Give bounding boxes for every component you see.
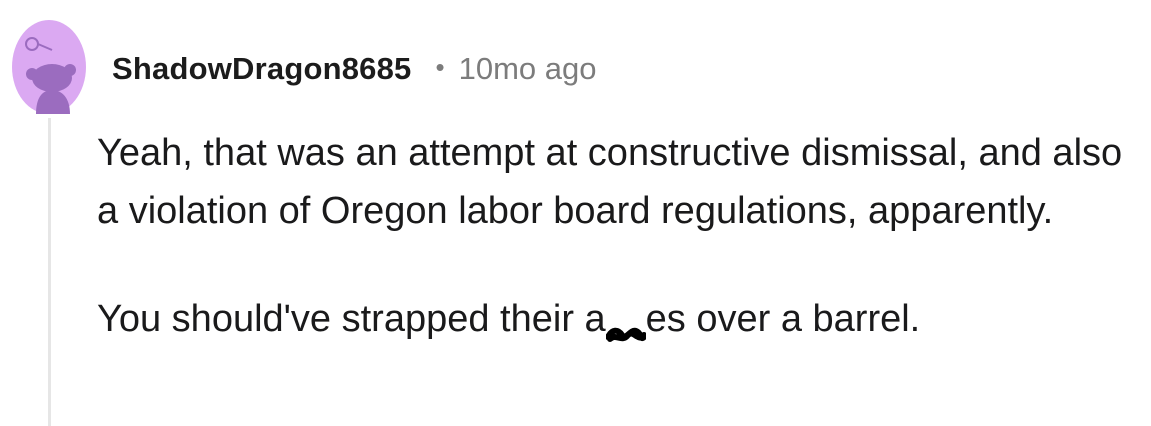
comment-text-before: You should've strapped their a: [97, 298, 606, 340]
comment-text-after: es over a barrel.: [645, 298, 921, 340]
scribble-redaction-icon: [604, 306, 647, 342]
separator-dot: •: [435, 51, 445, 82]
reddit-snoo-avatar-icon: [12, 20, 86, 114]
thread-line[interactable]: [48, 118, 51, 426]
username-link[interactable]: ShadowDragon8685: [112, 51, 412, 87]
comment-header: ShadowDragon8685 • 10mo ago: [112, 44, 597, 94]
comment-paragraph: Yeah, that was an attempt at constructiv…: [97, 132, 1123, 232]
user-avatar[interactable]: [12, 20, 86, 114]
comment-paragraph: You should've strapped their a es over a …: [97, 290, 1147, 348]
timestamp-link[interactable]: 10mo ago: [459, 51, 597, 87]
comment-body: Yeah, that was an attempt at constructiv…: [97, 124, 1147, 348]
